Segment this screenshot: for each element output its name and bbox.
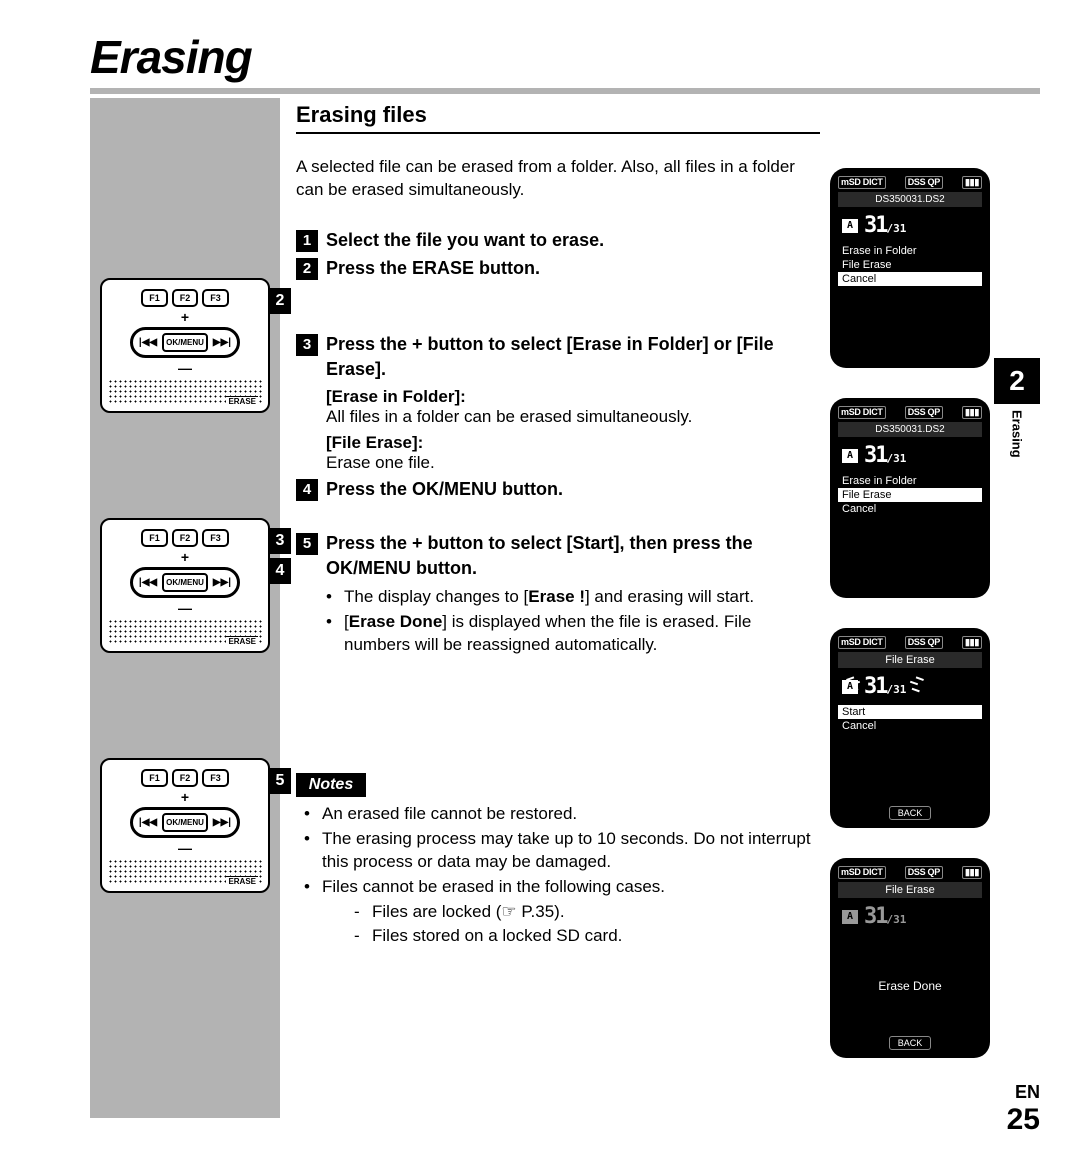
page-footer: EN 25	[1007, 1082, 1040, 1137]
callout-badge-3: 3	[269, 528, 291, 554]
intro-text: A selected file can be erased from a fol…	[296, 156, 820, 202]
note-3b: Files stored on a locked SD card.	[354, 925, 820, 948]
step-4: 4 Press the OK/MENU button.	[296, 477, 820, 501]
step-5-bullet-2: [Erase Done] is displayed when the file …	[326, 611, 820, 657]
option-file-erase-selected: File Erase	[838, 488, 982, 502]
chapter-tab: 2 Erasing	[994, 358, 1040, 458]
device-erase-label: ERASE	[226, 396, 258, 406]
step-5-bullet-1: The display changes to [Erase !] and era…	[326, 586, 820, 609]
step-1-text: Select the file you want to erase.	[326, 228, 820, 252]
device-illustration-1: F1 F2 F3 + |◀◀ OK/MENU ▶▶| — ERASE	[100, 278, 270, 413]
footer-language: EN	[1007, 1082, 1040, 1103]
right-screens-column: mSD DICT DSS QP ▮▮▮ DS350031.DS2 A 31/31…	[830, 98, 1040, 1118]
device-f1: F1	[141, 289, 168, 307]
device-illustration-2: F1 F2 F3 + |◀◀ OK/MENU ▶▶| — ERASE	[100, 518, 270, 653]
step-5-bullets: The display changes to [Erase !] and era…	[296, 586, 820, 657]
notes-heading: Notes	[296, 773, 366, 797]
callout-badge-2: 2	[269, 288, 291, 314]
option-cancel-selected: Cancel	[838, 272, 982, 286]
chapter-title: Erasing	[90, 30, 1040, 84]
erase-done-message: Erase Done	[838, 935, 982, 1036]
chapter-tab-label: Erasing	[1010, 410, 1025, 458]
device-ff: ▶▶|	[210, 337, 234, 348]
device-plus: +	[108, 310, 262, 324]
step-1: 1 Select the file you want to erase.	[296, 228, 820, 252]
chapter-tab-number: 2	[994, 358, 1040, 404]
device-minus: —	[108, 361, 262, 375]
battery-icon: ▮▮▮	[962, 406, 982, 419]
option-file-erase: File Erase	[838, 258, 982, 272]
note-1: An erased file cannot be restored.	[304, 803, 820, 826]
lcd-screen-3: mSD DICT DSS QP ▮▮▮ File Erase A 31/31 S…	[830, 628, 990, 828]
battery-icon: ▮▮▮	[962, 866, 982, 879]
lcd-screen-2: mSD DICT DSS QP ▮▮▮ DS350031.DS2 A 31/31…	[830, 398, 990, 598]
step-3: 3 Press the + button to select [Erase in…	[296, 332, 820, 381]
lcd-screen-4: mSD DICT DSS QP ▮▮▮ File Erase A 31/31 E…	[830, 858, 990, 1058]
main-text-column: Erasing files A selected file can be era…	[290, 98, 820, 1118]
screen-back: BACK	[889, 806, 932, 820]
step-3-sub1: [Erase in Folder]: All files in a folder…	[296, 387, 820, 427]
left-illustration-column: F1 F2 F3 + |◀◀ OK/MENU ▶▶| — ERASE 2	[90, 98, 280, 1118]
step-2-text: Press the ERASE button.	[326, 256, 820, 280]
device-f2: F2	[172, 289, 199, 307]
note-3: Files cannot be erased in the following …	[304, 876, 820, 949]
battery-icon: ▮▮▮	[962, 636, 982, 649]
callout-badge-4: 4	[269, 558, 291, 584]
title-rule	[90, 88, 1040, 94]
device-f3: F3	[202, 289, 229, 307]
option-erase-folder: Erase in Folder	[838, 244, 982, 258]
step-2: 2 Press the ERASE button.	[296, 256, 820, 280]
screen-title-file-erase: File Erase	[838, 652, 982, 668]
device-illustration-3: F1 F2 F3 + |◀◀ OK/MENU ▶▶| — ERASE	[100, 758, 270, 893]
step-4-text: Press the OK/MENU button.	[326, 477, 820, 501]
option-start-selected: Start	[838, 705, 982, 719]
step-5-text: Press the + button to select [Start], th…	[326, 531, 820, 580]
battery-icon: ▮▮▮	[962, 176, 982, 189]
device-rew: |◀◀	[136, 337, 160, 348]
lcd-screen-1: mSD DICT DSS QP ▮▮▮ DS350031.DS2 A 31/31…	[830, 168, 990, 368]
device-speaker: ERASE	[108, 379, 262, 405]
device-okmenu: OK/MENU	[162, 333, 208, 352]
callout-badge-5: 5	[269, 768, 291, 794]
step-5: 5 Press the + button to select [Start], …	[296, 531, 820, 580]
section-title: Erasing files	[296, 98, 820, 134]
step-3-text: Press the + button to select [Erase in F…	[326, 332, 820, 381]
step-3-sub2: [File Erase]: Erase one file.	[296, 433, 820, 473]
note-3a: Files are locked (☞ P.35).	[354, 901, 820, 924]
footer-page-number: 25	[1007, 1103, 1040, 1137]
note-2: The erasing process may take up to 10 se…	[304, 828, 820, 874]
folder-letter: A	[842, 219, 858, 233]
notes-list: An erased file cannot be restored. The e…	[296, 803, 820, 949]
screen-filename: DS350031.DS2	[838, 192, 982, 207]
